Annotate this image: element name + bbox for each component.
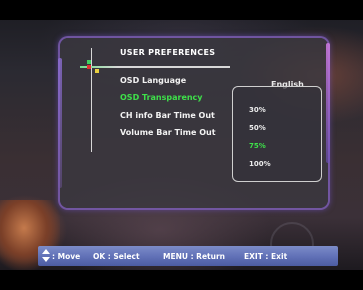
help-select: OK : Select bbox=[93, 252, 140, 261]
letterbox-bottom bbox=[0, 270, 363, 290]
menu-item-ch-info-bar-timeout[interactable]: CH info Bar Time Out bbox=[120, 111, 215, 120]
menu-item-osd-language[interactable]: OSD Language bbox=[120, 76, 186, 85]
dropdown-option-100[interactable]: 100% bbox=[249, 160, 271, 168]
menu-title: USER PREFERENCES bbox=[120, 48, 216, 57]
user-preferences-menu: USER PREFERENCES OSD Language English OS… bbox=[58, 38, 330, 208]
menu-item-volume-bar-timeout[interactable]: Volume Bar Time Out bbox=[120, 128, 216, 137]
dropdown-option-50[interactable]: 50% bbox=[249, 124, 266, 132]
transparency-dropdown[interactable]: 30% 50% 75% 100% bbox=[232, 86, 322, 182]
dropdown-option-75[interactable]: 75% bbox=[249, 142, 266, 150]
menu-divider-horizontal bbox=[80, 66, 230, 68]
help-bar: : Move OK : Select MENU : Return EXIT : … bbox=[38, 246, 338, 266]
menu-item-osd-transparency[interactable]: OSD Transparency bbox=[120, 93, 203, 102]
help-move: : Move bbox=[52, 252, 81, 261]
help-return: MENU : Return bbox=[163, 252, 225, 261]
menu-divider-vertical bbox=[91, 48, 92, 152]
menu-decor-dot-red bbox=[87, 65, 91, 69]
menu-border-glow-right bbox=[326, 43, 330, 163]
letterbox-top bbox=[0, 0, 363, 20]
menu-border-glow-left bbox=[58, 58, 62, 188]
menu-decor-dot-yellow bbox=[95, 69, 99, 73]
help-exit: EXIT : Exit bbox=[244, 252, 288, 261]
up-down-arrow-icon bbox=[42, 249, 50, 263]
dropdown-option-30[interactable]: 30% bbox=[249, 106, 266, 114]
menu-decor-dot-green bbox=[87, 60, 91, 64]
